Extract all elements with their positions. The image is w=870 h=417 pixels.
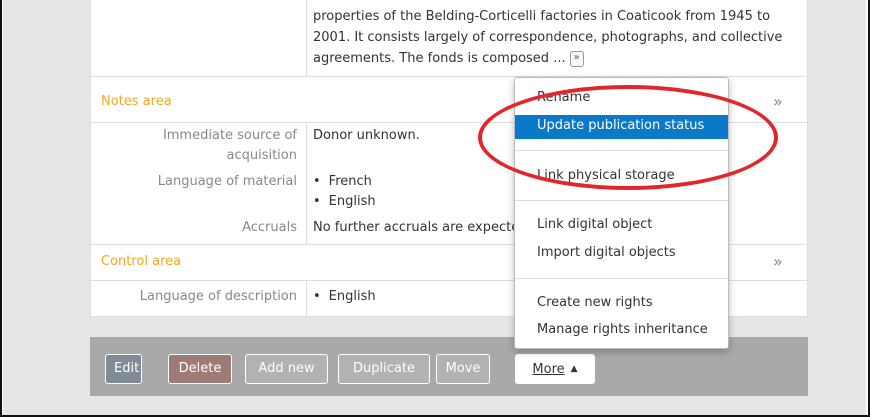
more-button-label: More — [532, 362, 565, 377]
caret-up-icon: ▲ — [570, 364, 578, 374]
list-item: English — [313, 287, 376, 307]
duplicate-button[interactable]: Duplicate — [338, 354, 430, 384]
menu-item-link-physical-storage[interactable]: Link physical storage — [515, 165, 728, 189]
edit-button[interactable]: Edit — [105, 354, 142, 384]
immediate-source-value: Donor unknown. — [313, 128, 420, 143]
menu-item-import-digital-objects[interactable]: Import digital objects — [515, 242, 728, 266]
menu-item-manage-rights-inheritance[interactable]: Manage rights inheritance — [515, 319, 728, 343]
control-area-toggle-icon[interactable]: » — [773, 252, 783, 271]
summary-line: properties of the Belding-Corticelli fac… — [313, 9, 771, 24]
more-button[interactable]: More ▲ — [515, 354, 595, 384]
list-item: French — [313, 172, 376, 192]
menu-item-link-digital-object[interactable]: Link digital object — [515, 214, 728, 238]
list-item: English — [313, 192, 376, 212]
scope-and-content-text: properties of the Belding-Corticelli fac… — [313, 6, 793, 69]
language-of-description-list: English — [313, 287, 376, 307]
language-of-material-label: Language of material — [157, 174, 297, 189]
notes-area-toggle-icon[interactable]: » — [773, 92, 783, 111]
menu-item-rename[interactable]: Rename — [515, 87, 728, 111]
accruals-label: Accruals — [242, 220, 297, 235]
immediate-source-label: Immediate source of acquisition — [162, 128, 297, 163]
menu-item-update-publication-status[interactable]: Update publication status — [515, 115, 728, 139]
add-new-button[interactable]: Add new — [245, 354, 328, 384]
move-button[interactable]: Move — [436, 354, 490, 384]
summary-line: 2001. It consists largely of corresponde… — [313, 30, 783, 45]
summary-line: agreements. The fonds is composed ... » — [313, 48, 793, 69]
language-of-description-label: Language of description — [139, 289, 297, 304]
language-of-material-list: French English — [313, 172, 376, 212]
control-area-title[interactable]: Control area — [101, 254, 181, 269]
accruals-value: No further accruals are expecte — [313, 220, 520, 235]
expand-text-icon[interactable]: » — [569, 50, 584, 67]
menu-item-create-new-rights[interactable]: Create new rights — [515, 292, 728, 316]
delete-button[interactable]: Delete — [168, 354, 232, 384]
more-dropdown-menu: Rename Update publication status Link ph… — [514, 77, 729, 349]
notes-area-title[interactable]: Notes area — [101, 94, 172, 109]
